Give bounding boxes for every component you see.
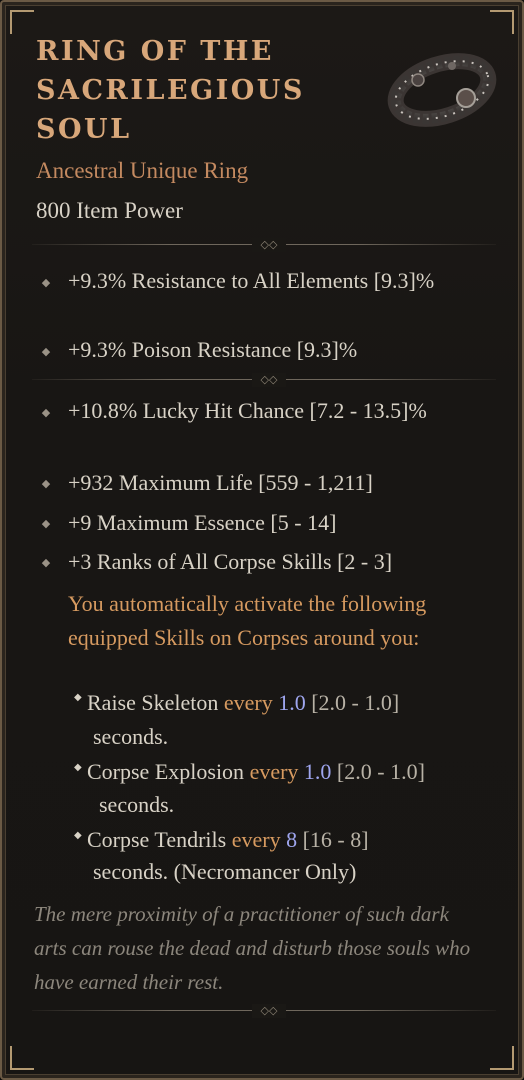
unique-power-text: You automatically activate the following…	[68, 591, 427, 650]
skill-tail: seconds. (Necromancer Only)	[93, 859, 357, 884]
sub-bullet-icon: ◆	[74, 692, 82, 703]
sub-bullet-icon: ◆	[74, 830, 82, 841]
frame-corner-top-left	[10, 10, 34, 34]
skill-value: 1.0	[278, 690, 306, 715]
affix: +932 Maximum Life [559 - 1,211]	[68, 470, 373, 495]
sub-bullet-icon: ◆	[74, 762, 82, 773]
divider-ornament-icon: ◇◇	[252, 1004, 286, 1018]
implicit-affix: +9.3% Poison Resistance [9.3]%	[68, 337, 358, 362]
bullet-icon: ◆	[41, 477, 51, 490]
item-name: RING OF THE SACRILEGIOUS SOUL	[36, 36, 305, 145]
affix: +3 Ranks of All Corpse Skills [2 - 3]	[68, 549, 393, 574]
skill-every: every	[231, 827, 281, 852]
skill-range: [2.0 - 1.0]	[311, 690, 400, 715]
frame-corner-top-right	[490, 10, 514, 34]
implicit-affix: +9.3% Resistance to All Elements [9.3]%	[68, 268, 435, 293]
affix: +10.8% Lucky Hit Chance [7.2 - 13.5]%	[68, 398, 427, 423]
bullet-icon: ◆	[41, 345, 51, 358]
item-tooltip: RING OF THE SACRILEGIOUS SOUL Ancestral …	[0, 0, 524, 1080]
item-type: Ancestral Unique Ring	[36, 158, 249, 183]
skill-range: [2.0 - 1.0]	[336, 759, 425, 784]
ring-icon	[387, 53, 497, 127]
item-power: 800 Item Power	[36, 198, 183, 223]
skill-name: Raise Skeleton	[87, 690, 219, 715]
bullet-icon: ◆	[41, 406, 51, 419]
frame-corner-bottom-right	[490, 1046, 514, 1070]
skill-every: every	[223, 690, 273, 715]
skill-name: Corpse Explosion	[87, 759, 245, 784]
skill-tail: seconds.	[99, 792, 175, 817]
bullet-icon: ◆	[41, 276, 51, 289]
divider: ◇◇	[32, 373, 496, 387]
skill-name: Corpse Tendrils	[87, 827, 227, 852]
skill-value: 1.0	[303, 759, 332, 784]
flavor-text: The mere proximity of a practitioner of …	[34, 902, 471, 994]
divider: ◇◇	[32, 238, 496, 252]
skill-line: Raise Skeleton every 1.0 [2.0 - 1.0]	[87, 686, 399, 719]
skill-tail: seconds.	[93, 724, 169, 749]
divider-ornament-icon: ◇◇	[252, 238, 286, 252]
affix: +9 Maximum Essence [5 - 14]	[68, 510, 337, 535]
frame-corner-bottom-left	[10, 1046, 34, 1070]
divider: ◇◇	[32, 1004, 496, 1018]
skill-line: Corpse Tendrils every 8 [16 - 8]	[87, 823, 369, 856]
skill-value: 8	[286, 827, 298, 852]
bullet-icon: ◆	[41, 556, 51, 569]
skill-line: Corpse Explosion every 1.0 [2.0 - 1.0]	[87, 755, 425, 788]
bullet-icon: ◆	[41, 517, 51, 530]
skill-every: every	[249, 759, 299, 784]
skill-range: [16 - 8]	[302, 827, 369, 852]
divider-ornament-icon: ◇◇	[252, 373, 286, 387]
